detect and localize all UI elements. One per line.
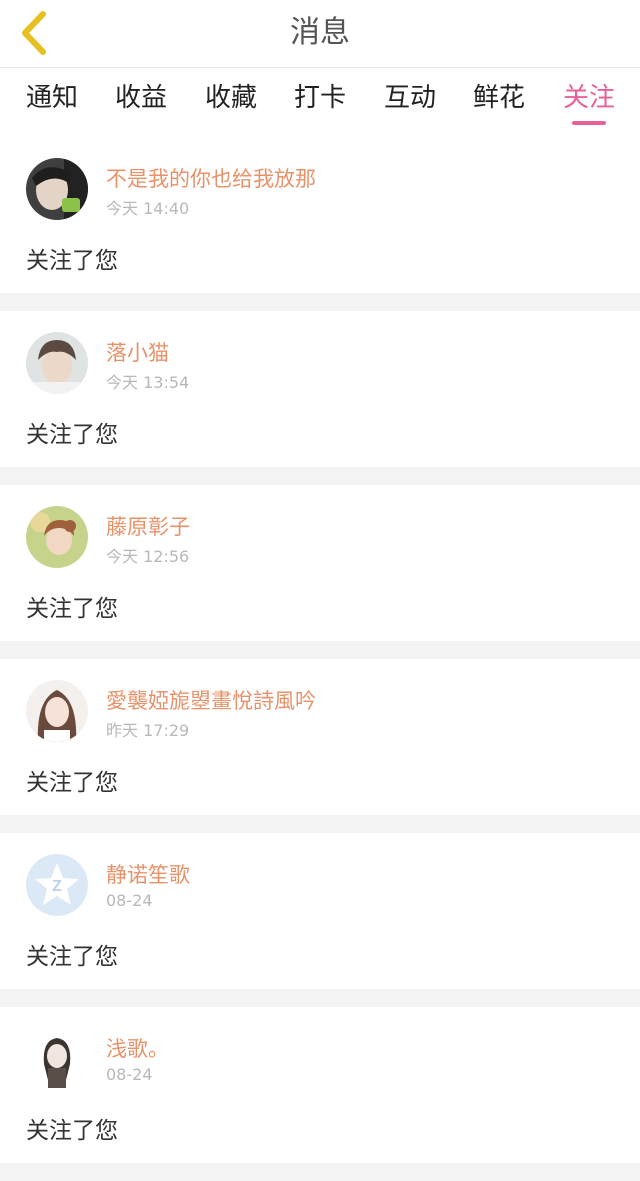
tab-favorites[interactable]: 收藏 [186, 69, 276, 137]
notification-text: 关注了您 [26, 248, 118, 274]
tab-notice[interactable]: 通知 [7, 69, 97, 137]
tab-interaction[interactable]: 互动 [365, 69, 455, 137]
notification-text: 关注了您 [26, 1118, 118, 1144]
list-item[interactable]: 不是我的你也给我放那 今天 14:40 关注了您 [0, 137, 640, 293]
user-name[interactable]: 浅歌。 [106, 1033, 169, 1063]
list-item[interactable]: 愛襲婭旎曌畫悅詩風吟 昨天 17:29 关注了您 [0, 659, 640, 815]
tab-underline [572, 121, 606, 125]
tab-label: 互动 [383, 83, 436, 113]
notification-text: 关注了您 [26, 770, 118, 796]
divider [0, 641, 640, 659]
svg-text:Z: Z [52, 878, 62, 895]
user-name[interactable]: 不是我的你也给我放那 [106, 163, 316, 193]
user-name[interactable]: 落小猫 [106, 337, 169, 367]
divider [0, 293, 640, 311]
list-item[interactable]: 落小猫 今天 13:54 关注了您 [0, 311, 640, 467]
user-name[interactable]: 静诺笙歌 [106, 859, 190, 889]
tab-label: 收藏 [204, 83, 257, 113]
avatar[interactable] [26, 506, 88, 568]
timestamp: 今天 12:56 [106, 547, 190, 566]
timestamp: 08-24 [106, 1065, 153, 1084]
user-name[interactable]: 愛襲婭旎曌畫悅詩風吟 [106, 685, 316, 715]
tab-checkin[interactable]: 打卡 [275, 69, 365, 137]
timestamp: 昨天 17:29 [106, 721, 190, 740]
notification-text: 关注了您 [26, 422, 118, 448]
notification-text: 关注了您 [26, 944, 118, 970]
tab-label: 打卡 [293, 83, 346, 113]
avatar[interactable] [26, 332, 88, 394]
notification-text: 关注了您 [26, 596, 118, 622]
chevron-left-icon [22, 11, 46, 55]
avatar[interactable] [26, 1028, 88, 1090]
tab-label: 通知 [25, 83, 78, 113]
tab-follows[interactable]: 关注 [544, 69, 634, 137]
avatar[interactable] [26, 158, 88, 220]
tab-label: 鲜花 [472, 83, 525, 113]
follow-notification-list: 不是我的你也给我放那 今天 14:40 关注了您 落小猫 今天 13:54 关注… [0, 137, 640, 1181]
list-item[interactable]: 浅歌。 08-24 关注了您 [0, 1007, 640, 1163]
tab-flowers[interactable]: 鲜花 [454, 69, 544, 137]
back-button[interactable] [12, 8, 56, 58]
timestamp: 今天 13:54 [106, 373, 190, 392]
list-item[interactable]: Z 静诺笙歌 08-24 关注了您 [0, 833, 640, 989]
divider [0, 815, 640, 833]
tab-bar: 通知 收益 收藏 打卡 互动 鲜花 关注 [0, 69, 640, 137]
avatar[interactable] [26, 680, 88, 742]
divider [0, 989, 640, 1007]
timestamp: 今天 14:40 [106, 199, 190, 218]
user-name[interactable]: 藤原彰子 [106, 511, 190, 541]
avatar[interactable]: Z [26, 854, 88, 916]
timestamp: 08-24 [106, 891, 153, 910]
top-bar: 消息 [0, 0, 640, 68]
tab-earnings[interactable]: 收益 [96, 69, 186, 137]
list-item[interactable]: 藤原彰子 今天 12:56 关注了您 [0, 485, 640, 641]
divider [0, 467, 640, 485]
divider [0, 1163, 640, 1181]
tab-label: 收益 [114, 83, 167, 113]
page-title: 消息 [290, 15, 350, 50]
tab-label: 关注 [562, 83, 615, 113]
